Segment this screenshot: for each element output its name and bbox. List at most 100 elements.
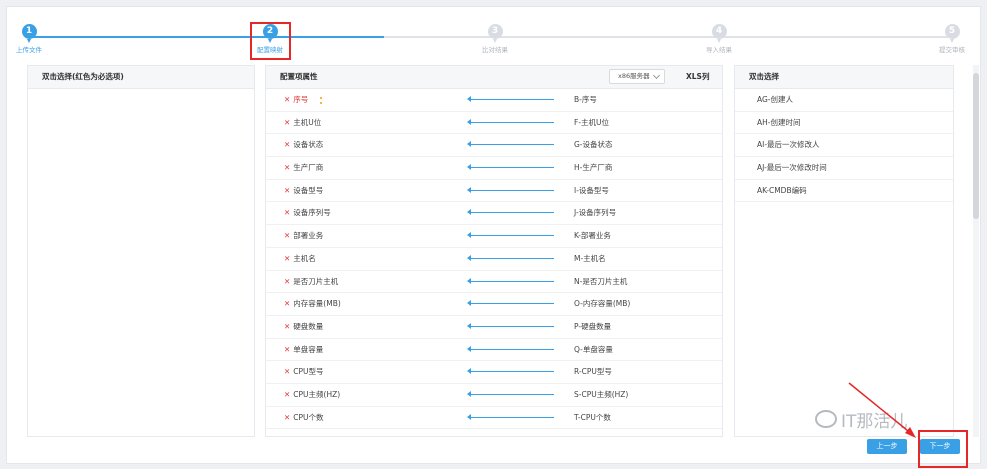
xls-column-name[interactable]: K-部署业务	[574, 225, 611, 247]
mapping-arrow-icon	[467, 141, 554, 148]
xls-column-option[interactable]: AI-最后一次修改人	[735, 134, 953, 158]
attribute-cell: ✕ CPU主频(HZ)	[284, 384, 340, 406]
attribute-name: CPU型号	[293, 367, 324, 377]
step-highlight-box	[250, 22, 291, 60]
remove-icon[interactable]: ✕	[284, 163, 290, 172]
step-compare[interactable]: 3 比对结果	[460, 24, 530, 54]
remove-icon[interactable]: ✕	[284, 95, 290, 104]
mapping-row[interactable]: ✕ 主机U位 F-主机U位	[266, 112, 722, 135]
mapping-arrow-icon	[467, 413, 554, 420]
mapping-arrow-icon	[467, 300, 554, 307]
xls-column-header: XLS列	[686, 72, 710, 81]
xls-column-name[interactable]: Q-单盘容量	[574, 339, 613, 361]
xls-column-name[interactable]: O-内存容量(MB)	[574, 293, 630, 315]
mapping-row[interactable]: ✕ CPU主频(HZ) S-CPU主频(HZ)	[266, 384, 722, 407]
remove-icon[interactable]: ✕	[284, 322, 290, 331]
mapping-row[interactable]: ✕ 生产厂商 H-生产厂商	[266, 157, 722, 180]
attribute-cell: ✕ 内存容量(MB)	[284, 293, 341, 315]
remove-icon[interactable]: ✕	[284, 277, 290, 286]
remove-icon[interactable]: ✕	[284, 345, 290, 354]
step-label: 导入结果	[706, 46, 732, 54]
attribute-name: 主机U位	[293, 117, 322, 127]
remove-icon[interactable]: ✕	[284, 367, 290, 376]
mapping-row[interactable]: ✕ CPU型号 R-CPU型号	[266, 361, 722, 384]
mapping-arrow-icon	[467, 118, 554, 125]
step-label: 比对结果	[482, 46, 508, 54]
xls-column-name[interactable]: F-主机U位	[574, 112, 609, 134]
mapping-row[interactable]: ✕ 部署业务 K-部署业务	[266, 225, 722, 248]
step-progress: 1 上传文件 2 配置映射 3 比对结果 4 导入结果 5 提交审核	[7, 7, 982, 65]
mapping-row[interactable]: ✕ 是否刀片主机 N-是否刀片主机	[266, 271, 722, 294]
drag-handle-icon[interactable]	[320, 97, 324, 104]
xls-column-option[interactable]: AG-创建人	[735, 89, 953, 112]
mapping-panel: 配置项属性 x86服务器 XLS列 ✕ 序号 B-序号 ✕ 主机U位 F-主机U位 ✕ 设备状…	[265, 65, 723, 437]
scrollbar[interactable]	[973, 65, 979, 437]
attribute-name: 主机名	[293, 253, 316, 263]
mapping-arrow-icon	[467, 164, 554, 171]
mapping-arrow-icon	[467, 209, 554, 216]
remove-icon[interactable]: ✕	[284, 413, 290, 422]
attribute-cell: ✕ 设备序列号	[284, 202, 331, 224]
xls-column-name[interactable]: P-硬盘数量	[574, 316, 611, 338]
mapping-row[interactable]: ✕ 序号 B-序号	[266, 89, 722, 112]
attribute-cell: ✕ 单盘容量	[284, 339, 323, 361]
mapping-row[interactable]: ✕ CPU个数 T-CPU个数	[266, 407, 722, 430]
attribute-cell: ✕ CPU型号	[284, 361, 324, 383]
remove-icon[interactable]: ✕	[284, 254, 290, 263]
mapping-panel-header: 配置项属性 x86服务器 XLS列	[266, 66, 722, 89]
prev-step-button[interactable]: 上一步	[867, 439, 907, 454]
ci-type-select-value: x86服务器	[618, 72, 650, 80]
xls-column-name[interactable]: I-设备型号	[574, 180, 609, 202]
step-upload[interactable]: 1 上传文件	[0, 24, 64, 54]
mapping-arrow-icon	[467, 232, 554, 239]
attribute-name: 设备状态	[293, 140, 324, 150]
mapping-row[interactable]: ✕ 设备型号 I-设备型号	[266, 180, 722, 203]
mapping-arrow-icon	[467, 186, 554, 193]
xls-column-name[interactable]: N-是否刀片主机	[574, 271, 627, 293]
remove-icon[interactable]: ✕	[284, 299, 290, 308]
remove-icon[interactable]: ✕	[284, 186, 290, 195]
step-label: 上传文件	[16, 46, 42, 54]
xls-column-name[interactable]: B-序号	[574, 89, 597, 111]
attribute-cell: ✕ 生产厂商	[284, 157, 323, 179]
attribute-cell: ✕ 硬盘数量	[284, 316, 323, 338]
mapping-arrow-icon	[467, 390, 554, 397]
attribute-name: 序号	[293, 95, 309, 104]
xls-column-name[interactable]: G-设备状态	[574, 134, 613, 156]
mapping-row[interactable]: ✕ 单盘容量 Q-单盘容量	[266, 339, 722, 362]
remove-icon[interactable]: ✕	[284, 140, 290, 149]
step-submit[interactable]: 5 提交审核	[917, 24, 987, 54]
attribute-name: 设备序列号	[293, 208, 331, 218]
xls-column-name[interactable]: S-CPU主频(HZ)	[574, 384, 628, 406]
xls-column-name[interactable]: H-生产厂商	[574, 157, 612, 179]
attribute-cell: ✕ 设备状态	[284, 134, 323, 156]
remove-icon[interactable]: ✕	[284, 118, 290, 127]
remove-icon[interactable]: ✕	[284, 208, 290, 217]
step-import[interactable]: 4 导入结果	[684, 24, 754, 54]
xls-column-option[interactable]: AK-CMDB编码	[735, 180, 953, 203]
mapping-row[interactable]: ✕ 硬盘数量 P-硬盘数量	[266, 316, 722, 339]
xls-column-option[interactable]: AH-创建时间	[735, 112, 953, 135]
mapping-row[interactable]: ✕ 内存容量(MB) O-内存容量(MB)	[266, 293, 722, 316]
xls-column-option[interactable]: AJ-最后一次修改时间	[735, 157, 953, 180]
mapping-arrow-icon	[467, 345, 554, 352]
mapping-row[interactable]: ✕ 主机名 M-主机名	[266, 248, 722, 271]
attribute-name: 部署业务	[293, 231, 324, 241]
scrollbar-thumb[interactable]	[973, 73, 979, 219]
ci-type-select[interactable]: x86服务器	[609, 69, 665, 84]
remove-icon[interactable]: ✕	[284, 390, 290, 399]
attribute-cell: ✕ 序号	[284, 89, 308, 111]
attribute-name: 硬盘数量	[293, 321, 324, 331]
mapping-row[interactable]: ✕ 设备序列号 J-设备序列号	[266, 202, 722, 226]
xls-column-name[interactable]: R-CPU型号	[574, 361, 612, 383]
remove-icon[interactable]: ✕	[284, 231, 290, 240]
mapping-row[interactable]: ✕ 设备状态 G-设备状态	[266, 134, 722, 158]
attribute-name: 是否刀片主机	[293, 276, 339, 286]
xls-column-name[interactable]: T-CPU个数	[574, 407, 611, 429]
attribute-cell: ✕ 主机名	[284, 248, 316, 270]
next-button-highlight-box	[918, 430, 968, 468]
mapping-panel-title: 配置项属性	[280, 72, 318, 81]
xls-column-name[interactable]: J-设备序列号	[574, 202, 616, 224]
attribute-name: CPU个数	[293, 412, 324, 422]
xls-column-name[interactable]: M-主机名	[574, 248, 606, 270]
